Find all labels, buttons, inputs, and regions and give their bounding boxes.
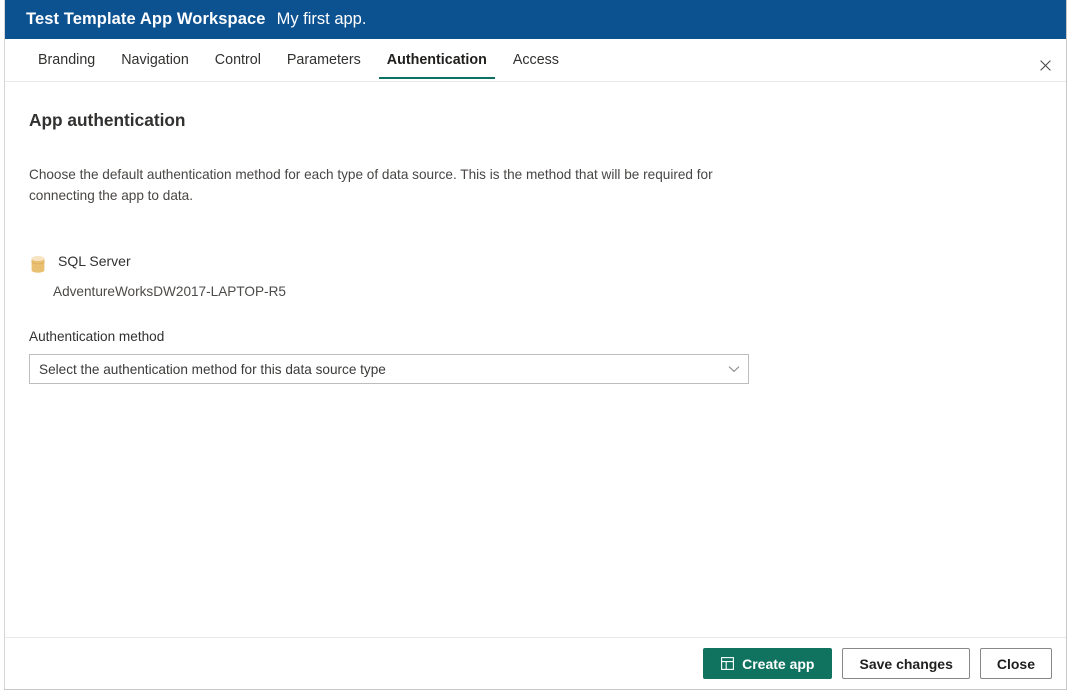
page-description: Choose the default authentication method… — [29, 165, 745, 206]
settings-tab-bar: Branding Navigation Control Parameters A… — [5, 39, 1066, 82]
tab-parameters[interactable]: Parameters — [276, 39, 372, 79]
page-title: App authentication — [29, 109, 1042, 132]
app-grid-icon — [721, 657, 734, 670]
workspace-header: Test Template App Workspace My first app… — [5, 0, 1066, 39]
data-source-row: SQL Server — [29, 253, 1042, 274]
data-source-detail: AdventureWorksDW2017-LAPTOP-R5 — [53, 284, 1042, 300]
close-icon[interactable] — [1031, 51, 1059, 79]
auth-method-dropdown[interactable]: Select the authentication method for thi… — [29, 354, 749, 384]
auth-method-label: Authentication method — [29, 329, 1042, 345]
create-app-button[interactable]: Create app — [703, 648, 832, 679]
tab-branding[interactable]: Branding — [27, 39, 106, 79]
panel-footer: Create app Save changes Close — [5, 637, 1066, 689]
chevron-down-icon — [728, 365, 740, 373]
tab-control[interactable]: Control — [204, 39, 272, 79]
tab-navigation[interactable]: Navigation — [110, 39, 200, 79]
authentication-content: App authentication Choose the default au… — [5, 82, 1066, 637]
close-button[interactable]: Close — [980, 648, 1052, 679]
auth-method-placeholder: Select the authentication method for thi… — [39, 362, 728, 377]
app-settings-panel: Test Template App Workspace My first app… — [4, 0, 1067, 690]
create-app-label: Create app — [742, 656, 814, 672]
save-changes-button[interactable]: Save changes — [842, 648, 969, 679]
tab-authentication[interactable]: Authentication — [376, 39, 498, 79]
data-source-name: SQL Server — [58, 253, 131, 270]
app-name-subtitle: My first app. — [277, 10, 367, 29]
database-icon — [29, 255, 47, 274]
workspace-title: Test Template App Workspace — [26, 10, 266, 29]
tab-access[interactable]: Access — [502, 39, 570, 79]
